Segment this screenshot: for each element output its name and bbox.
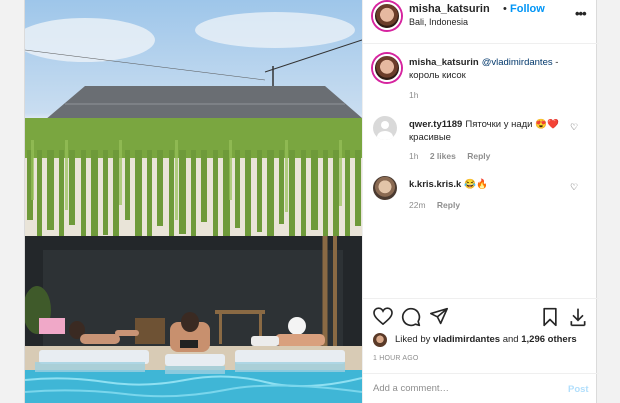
add-comment-bar: Post [363,373,599,403]
follow-button[interactable]: Follow [510,3,545,15]
caption-text: misha_katsurin @vladimirdantes - король к… [409,56,579,82]
comment-text: qwer.ty1189 Пяточки у нади 😍❤️ красивые [409,118,579,144]
caption-meta: 1h [409,90,427,100]
comment-age[interactable]: 22m [409,200,426,210]
download-icon[interactable] [569,307,587,332]
more-options-icon[interactable]: ••• [575,6,587,21]
author-username[interactable]: misha_katsurin [409,3,490,15]
comment-body: 😂🔥 [464,179,488,190]
likes-prefix: Liked by [395,334,434,345]
post-header: misha_katsurin • Follow Bali, Indonesia … [363,0,599,44]
comment-like-heart-icon[interactable]: ♡ [570,182,578,193]
photo-scene [25,12,362,403]
comment-like-heart-icon[interactable]: ♡ [570,122,578,133]
post-timestamp[interactable]: 1 HOUR AGO [373,355,419,362]
caption-username[interactable]: misha_katsurin [409,57,479,68]
likes-summary: Liked by vladimirdantes and 1,296 others [373,333,599,349]
caption-mention[interactable]: @vladimirdantes [482,57,553,68]
follow-separator: • [503,3,507,15]
post-card: misha_katsurin • Follow Bali, Indonesia … [24,0,599,403]
heart-icon[interactable] [373,307,393,330]
comment-icon[interactable] [401,307,421,332]
post-actions: Liked by vladimirdantes and 1,296 others… [363,298,599,403]
post-photo[interactable] [25,0,362,403]
post-comment-button[interactable]: Post [568,384,589,395]
commenter-avatar-placeholder[interactable] [373,116,397,140]
bookmark-icon[interactable] [541,307,559,332]
comment-meta: 1h 2 likes Reply [409,151,499,161]
comment-username[interactable]: k.kris.kris.k [409,179,461,190]
likes-count[interactable]: 1,296 others [521,334,576,345]
caption-avatar[interactable] [373,54,401,82]
comment-age[interactable]: 1h [409,151,418,161]
likes-middle: and [500,334,522,345]
paper-plane-icon[interactable] [429,307,449,330]
caption-age[interactable]: 1h [409,90,418,100]
comment-username[interactable]: qwer.ty1189 [409,119,462,130]
liker-username[interactable]: vladimirdantes [433,334,500,345]
comment-meta: 22m Reply [409,200,469,210]
author-avatar[interactable] [373,2,401,30]
comment-reply-button[interactable]: Reply [467,151,490,161]
comment-likes[interactable]: 2 likes [430,151,456,161]
post-location[interactable]: Bali, Indonesia [409,17,468,27]
comment-reply-button[interactable]: Reply [437,200,460,210]
add-comment-input[interactable] [373,383,543,394]
liker-avatar[interactable] [373,333,387,347]
post-sidebar: misha_katsurin • Follow Bali, Indonesia … [362,0,599,403]
comment-text: k.kris.kris.k 😂🔥 [409,178,579,191]
likes-text: Liked by vladimirdantes and 1,296 others [395,334,577,345]
commenter-avatar[interactable] [373,176,397,200]
